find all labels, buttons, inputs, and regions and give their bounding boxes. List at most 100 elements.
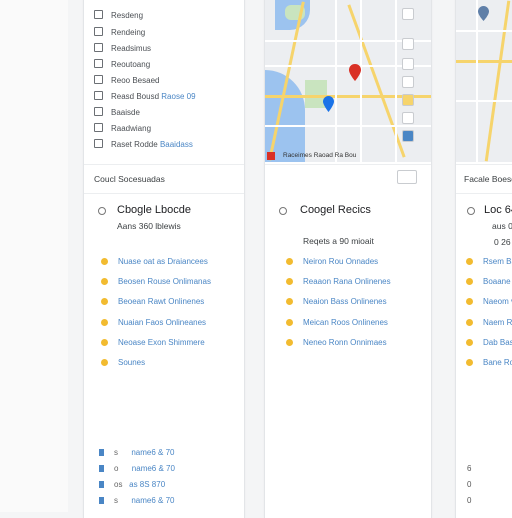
location-icon — [98, 207, 106, 215]
middle-panel: Raceimes Raoad Ra Bou Coogel Recics Reqe… — [264, 0, 432, 518]
marker-icon — [101, 278, 108, 285]
checkbox-icon — [94, 27, 103, 36]
result-row[interactable]: Bane Ro — [466, 358, 512, 367]
marker-icon — [101, 258, 108, 265]
checkbox-icon — [94, 91, 103, 100]
checkbox-icon — [94, 107, 103, 116]
marker-icon — [286, 339, 293, 346]
location-icon — [467, 207, 475, 215]
list-item[interactable]: Resdeng — [94, 10, 143, 20]
result-row[interactable]: Neaion Bass Onlinenes — [286, 297, 387, 306]
result-row[interactable]: Meican Roos Onlinenes — [286, 318, 388, 327]
marker-icon — [286, 319, 293, 326]
list-item[interactable]: Reoo Besaed — [94, 75, 159, 85]
footer-value: 6 — [467, 464, 472, 473]
result-row[interactable]: Neneo Ronn Onnimaes — [286, 338, 387, 347]
marker-icon — [101, 339, 108, 346]
list-item[interactable]: Reoutoang — [94, 59, 150, 69]
bar-icon — [99, 449, 104, 456]
marker-icon — [466, 258, 473, 265]
blue-pin-icon — [323, 96, 334, 112]
list-item[interactable]: Rendeing — [94, 27, 145, 37]
result-row[interactable]: Nuaian Faos Onlineanes — [101, 318, 206, 327]
list-item[interactable]: Reasd Bousd Raose 09 — [94, 91, 196, 101]
list-item[interactable]: Raset Rodde Baaidass — [94, 139, 193, 149]
caption-marker-icon — [267, 152, 275, 160]
map-control-button[interactable] — [402, 38, 414, 50]
footer-value: 0 — [467, 496, 472, 505]
card-title: Loc 64 — [484, 204, 512, 216]
marker-icon — [466, 359, 473, 366]
list-item[interactable]: Raadwiang — [94, 123, 151, 133]
marker-icon — [101, 359, 108, 366]
street — [265, 125, 431, 127]
checkbox-icon — [94, 10, 103, 19]
result-row[interactable]: Nuase oat as Draiancees — [101, 257, 208, 266]
footer-row[interactable]: os as 8S 870 — [99, 480, 165, 489]
checkbox-icon — [94, 75, 103, 84]
card-title: Cbogle Lbocde — [117, 204, 192, 216]
card-title: Coogel Recics — [300, 204, 371, 216]
map-control-button[interactable] — [402, 8, 414, 20]
result-row[interactable]: Neoase Exon Shimmere — [101, 338, 205, 347]
expand-button[interactable] — [397, 170, 417, 184]
result-row[interactable]: Reaaon Rana Onlinenes — [286, 277, 391, 286]
blue-pin-icon — [478, 6, 489, 21]
result-row[interactable]: Beosen Rouse Onlimanas — [101, 277, 211, 286]
list-item[interactable]: Readsimus — [94, 43, 151, 53]
bar-icon — [99, 497, 104, 504]
card-subtitle: Reqets a 90 mioait — [303, 236, 374, 246]
map-control-button[interactable] — [402, 76, 414, 88]
checkbox-icon — [94, 139, 103, 148]
marker-icon — [466, 278, 473, 285]
map-caption: Raceimes Raoad Ra Bou — [283, 152, 357, 159]
result-row[interactable]: Naeom vi — [466, 297, 512, 306]
card-subtitle: aus 0( — [492, 221, 512, 231]
checkbox-icon — [94, 43, 103, 52]
card-subtitle: Aans 360 lblewis — [117, 221, 181, 231]
street — [476, 0, 478, 162]
map-view[interactable] — [456, 0, 512, 162]
marker-icon — [101, 319, 108, 326]
marker-icon — [101, 298, 108, 305]
checkbox-icon — [94, 59, 103, 68]
marker-icon — [466, 339, 473, 346]
result-row[interactable]: Naem Ro — [466, 318, 512, 327]
result-row[interactable]: Rsem Ba — [466, 257, 512, 266]
result-row[interactable]: Neiron Rou Onnades — [286, 257, 378, 266]
map-control-button[interactable] — [402, 130, 414, 142]
footer-value: 0 — [467, 480, 472, 489]
card-subtitle: 0 26 — [494, 237, 511, 247]
map-control-button[interactable] — [402, 112, 414, 124]
highway — [484, 0, 511, 162]
bar-icon — [99, 465, 104, 472]
result-row[interactable]: Beoean Rawt Onlinenes — [101, 297, 204, 306]
outer-left-strip — [0, 0, 68, 512]
result-row[interactable]: Sounes — [101, 358, 145, 367]
marker-icon — [286, 278, 293, 285]
footer-row[interactable]: o name6 & 70 — [99, 464, 175, 473]
map-control-button[interactable] — [402, 94, 414, 106]
red-pin-icon — [349, 64, 361, 81]
footer-row[interactable]: s name6 & 70 — [99, 448, 174, 457]
street — [456, 30, 512, 32]
location-icon — [279, 207, 287, 215]
marker-icon — [286, 298, 293, 305]
list-item[interactable]: Baaisde — [94, 107, 140, 117]
marker-icon — [286, 258, 293, 265]
checkbox-icon — [94, 123, 103, 132]
footer-row[interactable]: s name6 & 70 — [99, 496, 174, 505]
section-header: Coucl Socesuadas — [84, 164, 244, 194]
marker-icon — [466, 319, 473, 326]
street — [395, 0, 397, 162]
street — [456, 100, 512, 102]
street — [335, 0, 337, 162]
map-view[interactable]: Raceimes Raoad Ra Bou — [265, 0, 431, 162]
section-header: Facale Boesdr — [456, 164, 512, 194]
result-row[interactable]: Boaane — [466, 277, 511, 286]
bar-icon — [99, 481, 104, 488]
result-row[interactable]: Dab Bas — [466, 338, 512, 347]
map-control-button[interactable] — [402, 58, 414, 70]
highway — [456, 60, 512, 63]
marker-icon — [466, 298, 473, 305]
